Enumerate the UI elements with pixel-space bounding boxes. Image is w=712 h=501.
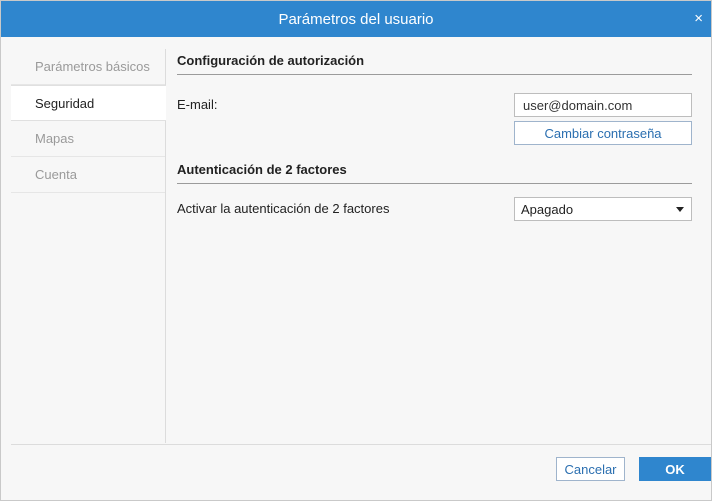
sidebar-item-security[interactable]: Seguridad	[11, 85, 166, 121]
twofa-row: Activar la autenticación de 2 factores A…	[177, 197, 692, 225]
twofa-section-title: Autenticación de 2 factores	[177, 158, 692, 184]
twofa-select[interactable]: Apagado	[514, 197, 692, 221]
dialog-titlebar: Parámetros del usuario ×	[1, 1, 711, 37]
close-icon[interactable]: ×	[694, 11, 703, 27]
email-label: E-mail:	[177, 97, 218, 112]
twofa-selected-value: Apagado	[521, 202, 574, 217]
email-field[interactable]: user@domain.com	[514, 93, 692, 117]
twofa-label: Activar la autenticación de 2 factores	[177, 201, 390, 216]
dialog-title: Parámetros del usuario	[278, 10, 434, 28]
ok-button[interactable]: OK	[639, 457, 711, 481]
sidebar-item-label: Parámetros básicos	[35, 59, 150, 74]
settings-content: Configuración de autorización E-mail: us…	[177, 49, 692, 443]
sidebar-item-label: Seguridad	[35, 95, 95, 111]
footer-divider	[11, 444, 711, 445]
cancel-button[interactable]: Cancelar	[556, 457, 625, 481]
sidebar-item-maps[interactable]: Mapas	[11, 121, 165, 157]
user-settings-dialog: Parámetros del usuario × Parámetros bási…	[0, 0, 712, 501]
change-password-row: Cambiar contraseña	[177, 121, 692, 151]
change-password-button[interactable]: Cambiar contraseña	[514, 121, 692, 145]
email-row: E-mail: user@domain.com	[177, 93, 692, 121]
auth-section-title: Configuración de autorización	[177, 49, 692, 75]
sidebar-item-basic[interactable]: Parámetros básicos	[11, 49, 165, 85]
sidebar-item-label: Mapas	[35, 131, 75, 146]
sidebar-item-label: Cuenta	[35, 167, 77, 182]
settings-sidebar: Parámetros básicos Seguridad Mapas Cuent…	[11, 49, 166, 443]
chevron-down-icon	[676, 207, 684, 212]
sidebar-item-account[interactable]: Cuenta	[11, 157, 165, 193]
